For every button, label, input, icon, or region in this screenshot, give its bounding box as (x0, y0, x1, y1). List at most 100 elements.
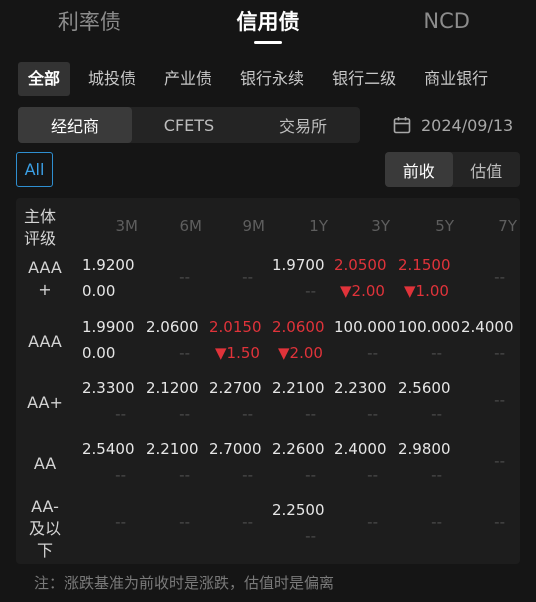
yield-value: 2.2100 (146, 440, 199, 458)
yield-value: -- (494, 391, 505, 409)
yield-value: 2.2100 (272, 379, 325, 397)
yield-value: -- (494, 452, 505, 470)
yield-value: 2.7000 (209, 440, 262, 458)
source-cfets[interactable]: CFETS (132, 107, 246, 143)
tab-label: NCD (423, 9, 470, 33)
yield-value: -- (494, 513, 505, 531)
change-value: -- (431, 405, 442, 423)
yield-value: 2.9800 (398, 440, 451, 458)
category-chips: 全部 城投债 产业债 银行永续 银行二级 商业银行 (18, 62, 536, 98)
change-value: -- (431, 344, 442, 362)
mode-previous-close[interactable]: 前收 (385, 152, 453, 187)
category-bank-tier2[interactable]: 银行二级 (322, 62, 406, 96)
yield-value: -- (494, 268, 505, 286)
tenor-header: 7Y (498, 217, 517, 235)
yield-table: 主体 评级 3M 6M 9M 1Y 3Y 5Y 7Y AAA + 1.9200 0.00 -- -- 1.… (16, 198, 520, 564)
all-filter-button[interactable]: All (16, 152, 53, 187)
date-value: 2024/09/13 (421, 115, 514, 135)
yield-value: 2.5600 (398, 379, 451, 397)
yield-value: 100.000 (334, 318, 396, 336)
change-value: -- (242, 466, 253, 484)
yield-value: -- (115, 513, 126, 531)
change-value: -- (115, 405, 126, 423)
change-value: -- (305, 282, 316, 300)
change-value: -- (305, 405, 316, 423)
tenor-header: 3Y (371, 217, 390, 235)
rating-label: AA (33, 454, 57, 473)
source-broker[interactable]: 经纪商 (18, 107, 132, 143)
category-commercial-bank[interactable]: 商业银行 (414, 62, 498, 96)
tab-ncd[interactable]: NCD (357, 0, 536, 46)
category-industrial[interactable]: 产业债 (154, 62, 222, 96)
yield-value: 2.4000 (461, 318, 514, 336)
rating-header: 主体 评级 (24, 207, 57, 248)
category-bank-perpetual[interactable]: 银行永续 (230, 62, 314, 96)
yield-value: 2.0600 (272, 318, 325, 336)
tab-label: 信用债 (236, 10, 300, 34)
yield-value: 1.9200 (82, 256, 135, 274)
active-tab-indicator (254, 41, 282, 44)
tab-rate-bonds[interactable]: 利率债 (0, 0, 179, 46)
yield-value: 2.0600 (146, 318, 199, 336)
yield-value: -- (242, 268, 253, 286)
tab-label: 利率债 (57, 10, 121, 34)
change-value: -- (179, 405, 190, 423)
change-value: -- (305, 527, 316, 545)
source-selector: 经纪商 CFETS 交易所 (18, 107, 360, 143)
change-value: 0.00 (82, 344, 116, 362)
category-all[interactable]: 全部 (18, 62, 71, 96)
yield-value: 2.1200 (146, 379, 199, 397)
yield-value: 2.2500 (272, 501, 325, 519)
change-value: -- (431, 466, 442, 484)
yield-value: 100.000 (398, 318, 460, 336)
change-value: -- (179, 466, 190, 484)
tenor-header: 6M (179, 217, 203, 235)
yield-value: 2.0500 (334, 256, 387, 274)
rating-label: AAA + (28, 258, 62, 299)
yield-value: 2.2700 (209, 379, 262, 397)
yield-value: -- (179, 513, 190, 531)
change-value: -- (179, 344, 190, 362)
price-mode-toggle: 前收 估值 (385, 152, 520, 187)
change-value: ▼2.00 (278, 344, 323, 362)
yield-value: 1.9700 (272, 256, 325, 274)
yield-value: 2.0150 (209, 318, 262, 336)
change-value: ▼1.50 (215, 344, 260, 362)
yield-value: 1.9900 (82, 318, 135, 336)
change-value: -- (115, 466, 126, 484)
yield-value: -- (367, 513, 378, 531)
change-value: -- (367, 344, 378, 362)
change-value: ▼1.00 (404, 282, 449, 300)
change-value: -- (242, 405, 253, 423)
yield-value: 2.2300 (334, 379, 387, 397)
change-value: -- (494, 344, 505, 362)
yield-value: 2.1500 (398, 256, 451, 274)
yield-value: -- (179, 268, 190, 286)
tenor-header: 9M (242, 217, 266, 235)
tenor-header: 5Y (435, 217, 454, 235)
yield-value: 2.3300 (82, 379, 135, 397)
yield-value: 2.2600 (272, 440, 325, 458)
change-value: -- (367, 405, 378, 423)
top-tab-bar: 利率债 信用债 NCD (0, 0, 536, 46)
change-value: -- (367, 466, 378, 484)
yield-value: -- (431, 513, 442, 531)
calendar-icon (393, 117, 411, 134)
category-chengtou[interactable]: 城投债 (78, 62, 146, 96)
change-value: ▼2.00 (340, 282, 385, 300)
change-value: -- (305, 466, 316, 484)
yield-value: 2.5400 (82, 440, 135, 458)
yield-value: -- (242, 513, 253, 531)
change-value: 0.00 (82, 282, 116, 300)
rating-label: AAA (28, 332, 62, 351)
source-exchange[interactable]: 交易所 (246, 107, 360, 143)
yield-value: 2.4000 (334, 440, 387, 458)
date-picker[interactable]: 2024/09/13 (393, 113, 513, 137)
tenor-header: 3M (115, 217, 139, 235)
tenor-header: 1Y (309, 217, 328, 235)
mode-valuation[interactable]: 估值 (453, 152, 521, 187)
rating-label: AA- 及以 下 (28, 497, 61, 560)
rating-label: AA+ (27, 393, 63, 412)
footnote: 注：涨跌基准为前收时是涨跌，估值时是偏离 (34, 574, 335, 592)
tab-credit-bonds[interactable]: 信用债 (179, 0, 358, 46)
